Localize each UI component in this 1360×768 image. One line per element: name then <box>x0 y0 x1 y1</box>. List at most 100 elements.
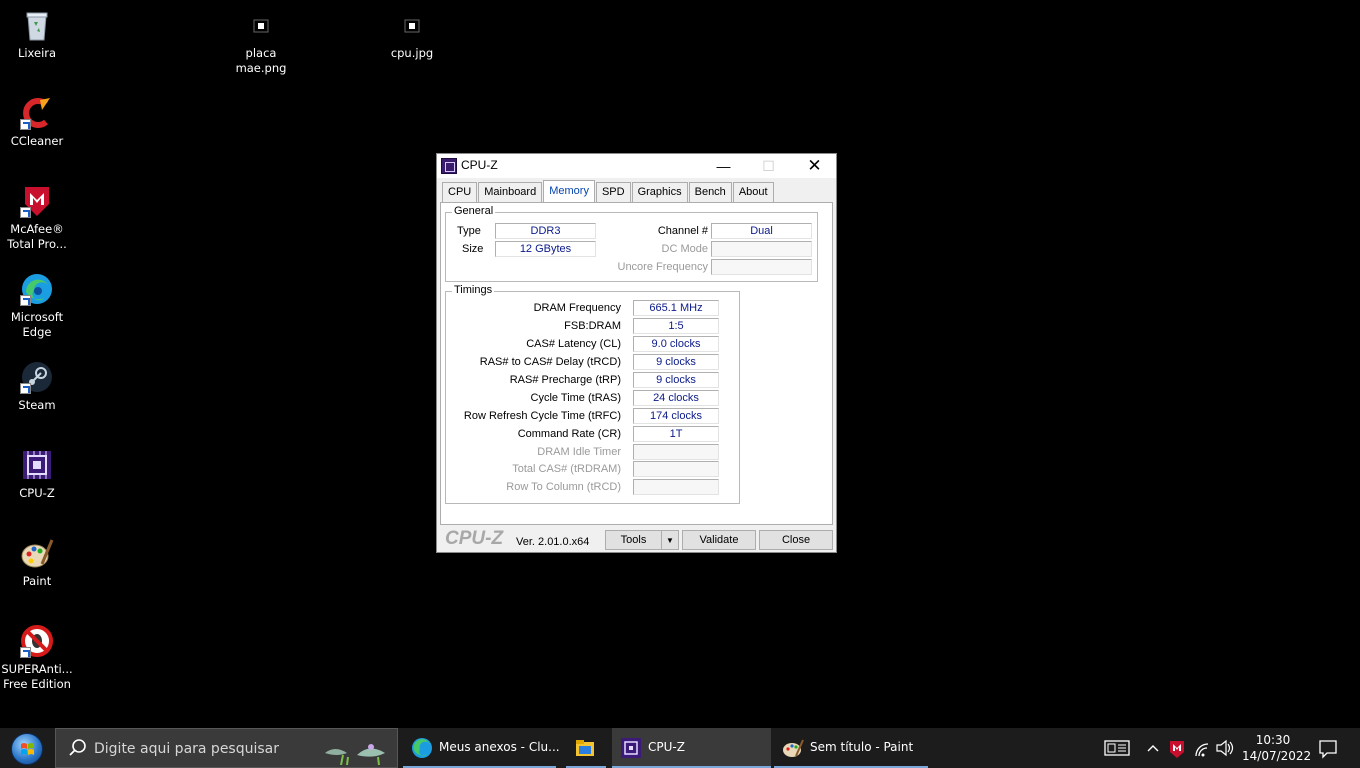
mcafee-shield-icon <box>20 184 54 218</box>
taskbar-app-paint[interactable]: Sem título - Paint <box>774 728 928 768</box>
notification-center-icon[interactable] <box>1318 728 1338 768</box>
shortcut-arrow-icon <box>20 207 31 218</box>
clock-date: 14/07/2022 <box>1242 749 1312 763</box>
uncore-frequency-value <box>711 259 812 275</box>
edge-icon <box>20 272 54 306</box>
timing-label: RAS# Precharge (tRP) <box>509 374 621 386</box>
desktop-icon-cpu-jpg[interactable]: cpu.jpg <box>374 8 450 61</box>
no-bug-icon <box>20 624 54 658</box>
edge-icon <box>412 738 432 758</box>
tab-mainboard[interactable]: Mainboard <box>478 182 543 202</box>
volume-icon[interactable] <box>1215 728 1235 768</box>
tools-button-label: Tools <box>620 534 647 546</box>
desktop-icon-label: Steam <box>18 398 56 412</box>
timing-value: 1T <box>633 426 719 442</box>
tools-dropdown-button[interactable]: ▼ <box>661 530 679 550</box>
type-value: DDR3 <box>495 223 596 239</box>
timing-value: 9.0 clocks <box>633 336 719 352</box>
cpuz-chip-icon <box>621 738 641 758</box>
version-label: Ver. 2.01.0.x64 <box>516 536 590 548</box>
desktop-icon-edge[interactable]: Microsoft Edge <box>0 272 75 340</box>
wifi-icon[interactable] <box>1193 728 1211 768</box>
taskbar-app-edge[interactable]: Meus anexos - Clu... <box>403 728 560 768</box>
timing-value: 1:5 <box>633 318 719 334</box>
desktop-icon-lixeira[interactable]: Lixeira <box>0 8 75 61</box>
tab-memory[interactable]: Memory <box>543 180 595 202</box>
timing-label: Row Refresh Cycle Time (tRFC) <box>463 410 621 422</box>
maximize-button[interactable]: ☐ <box>746 154 791 178</box>
tools-button[interactable]: Tools <box>605 530 662 550</box>
timings-group-title: Timings <box>452 284 495 296</box>
desktop-icon-cpuz[interactable]: CPU-Z <box>0 448 75 501</box>
general-group: General Type DDR3 Size 12 GBytes Channel… <box>445 205 818 282</box>
timing-label: Total CAS# (tRDRAM) <box>512 463 621 475</box>
show-hidden-icons-chevron-icon[interactable] <box>1145 728 1161 768</box>
cpuz-window: CPU-Z — ☐ ✕ CPU Mainboard Memory SPD Gra… <box>436 153 837 553</box>
desktop-icon-label: Microsoft Edge <box>10 310 64 339</box>
tab-bar: CPU Mainboard Memory SPD Graphics Bench … <box>442 180 775 202</box>
start-button[interactable] <box>0 728 54 768</box>
cpuz-app-icon <box>441 158 457 174</box>
desktop-icon-placa-mae[interactable]: placa mae.png <box>223 8 299 76</box>
minimize-button[interactable]: — <box>701 154 746 178</box>
taskbar-search-box[interactable]: Digite aqui para pesquisar <box>55 728 398 768</box>
type-label: Type <box>457 225 481 237</box>
tray-clock[interactable]: 10:30 14/07/2022 <box>1242 732 1312 764</box>
channel-value: Dual <box>711 223 812 239</box>
tab-bench[interactable]: Bench <box>688 182 732 202</box>
shortcut-arrow-icon <box>20 647 31 658</box>
tab-cpu[interactable]: CPU <box>442 182 478 202</box>
desktop-icon-mcafee[interactable]: McAfee® Total Pro... <box>0 184 75 252</box>
channel-label: Channel # <box>657 225 708 237</box>
search-placeholder: Digite aqui para pesquisar <box>94 741 280 757</box>
footer-bar: CPU-Z Ver. 2.01.0.x64 Tools ▼ Validate C… <box>437 526 836 552</box>
ccleaner-icon <box>20 96 54 130</box>
clock-time: 10:30 <box>1255 733 1291 747</box>
news-widget-icon[interactable] <box>1104 728 1130 768</box>
validate-button[interactable]: Validate <box>682 530 756 550</box>
taskbar-app-cpuz[interactable]: CPU-Z <box>612 728 771 768</box>
recycle-bin-icon <box>20 8 54 42</box>
desktop-icon-label: Lixeira <box>17 46 57 60</box>
close-button[interactable]: Close <box>759 530 833 550</box>
taskbar-app-label: CPU-Z <box>648 740 685 754</box>
desktop-icon-steam[interactable]: Steam <box>0 360 75 413</box>
taskbar-app-file-explorer[interactable] <box>566 728 606 768</box>
desktop-icon-label: CPU-Z <box>19 486 55 500</box>
tab-spd[interactable]: SPD <box>595 182 631 202</box>
shortcut-arrow-icon <box>20 295 31 306</box>
timing-label: Row To Column (tRCD) <box>506 481 621 493</box>
shortcut-arrow-icon <box>20 119 31 130</box>
timing-label: FSB:DRAM <box>564 320 621 332</box>
title-bar[interactable]: CPU-Z — ☐ ✕ <box>437 154 836 178</box>
tab-about[interactable]: About <box>732 182 774 202</box>
memory-tab-panel: General Type DDR3 Size 12 GBytes Channel… <box>440 202 833 525</box>
timing-label: Command Rate (CR) <box>517 428 621 440</box>
timing-value: 24 clocks <box>633 390 719 406</box>
timing-value: 174 clocks <box>633 408 719 424</box>
dc-mode-label: DC Mode <box>661 243 708 255</box>
size-label: Size <box>462 243 484 255</box>
dc-mode-value <box>711 241 812 257</box>
cpuz-chip-icon <box>20 448 54 482</box>
timing-value: 9 clocks <box>633 372 719 388</box>
desktop-icon-label: Paint <box>22 574 52 588</box>
search-icon <box>69 739 86 756</box>
timing-value: 9 clocks <box>633 354 719 370</box>
timing-label: DRAM Idle Timer <box>537 446 621 458</box>
timing-value <box>633 461 719 477</box>
timing-label: DRAM Frequency <box>533 302 621 314</box>
desktop-icon-paint[interactable]: Paint <box>0 536 75 589</box>
tab-graphics[interactable]: Graphics <box>631 182 688 202</box>
windows-logo-icon <box>11 733 43 765</box>
mcafee-tray-icon[interactable] <box>1168 728 1186 768</box>
desktop-icon-ccleaner[interactable]: CCleaner <box>0 96 75 149</box>
cpuz-logo: CPU-Z <box>445 528 504 549</box>
paint-palette-icon <box>20 536 54 570</box>
close-window-button[interactable]: ✕ <box>792 154 837 178</box>
desktop-icon-label: SUPERAnti... Free Edition <box>1 662 73 691</box>
general-group-title: General <box>452 205 496 217</box>
timing-label: Cycle Time (tRAS) <box>530 392 621 404</box>
desktop-icon-superantispyware[interactable]: SUPERAnti... Free Edition <box>0 624 75 692</box>
window-title: CPU-Z <box>461 158 498 172</box>
